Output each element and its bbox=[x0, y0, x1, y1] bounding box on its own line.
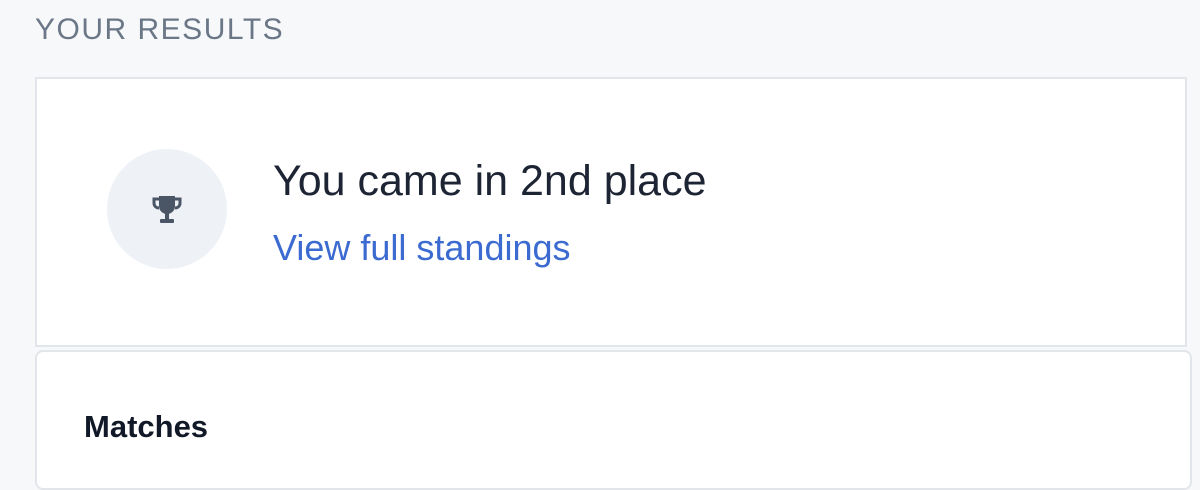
view-standings-link[interactable]: View full standings bbox=[273, 226, 571, 270]
trophy-badge bbox=[107, 149, 227, 269]
placement-text: You came in 2nd place bbox=[273, 157, 707, 205]
trophy-icon bbox=[152, 196, 182, 223]
matches-title: Matches bbox=[84, 409, 209, 444]
matches-card: Matches bbox=[35, 350, 1192, 490]
section-heading: YOUR RESULTS bbox=[35, 13, 285, 46]
result-card: You came in 2nd place View full standing… bbox=[35, 77, 1187, 347]
